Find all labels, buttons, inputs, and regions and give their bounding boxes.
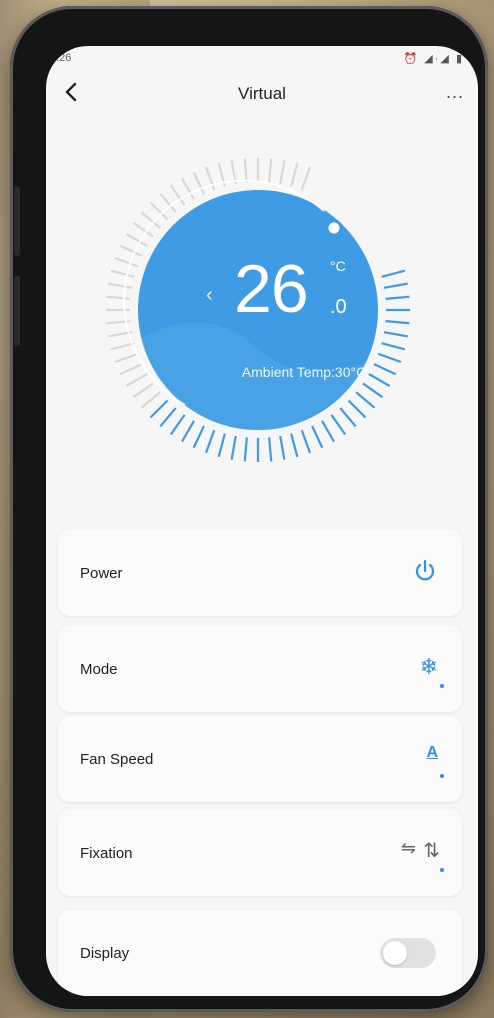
volume-button: [14, 186, 20, 256]
back-icon[interactable]: [60, 80, 84, 104]
display-control[interactable]: Display: [58, 910, 462, 996]
increase-temp-icon[interactable]: ›: [380, 280, 387, 303]
thermostat-dial[interactable]: ‹ 26 °C .0 › Ambient Temp:30°C: [98, 150, 418, 470]
fan-speed-control[interactable]: Fan Speed A: [58, 716, 462, 802]
horizontal-swing-icon[interactable]: ⇋: [401, 838, 416, 859]
power-icon[interactable]: [412, 558, 438, 584]
ambient-temperature: Ambient Temp:30°C: [241, 364, 367, 380]
nav-bar: Virtual ...: [46, 70, 478, 118]
snowflake-icon[interactable]: ❄: [420, 654, 438, 680]
more-options-icon[interactable]: ...: [446, 82, 464, 103]
dropdown-indicator: [440, 684, 444, 688]
decrease-temp-icon[interactable]: ‹: [206, 284, 213, 307]
temperature-display: ‹ 26 °C .0 › Ambient Temp:30°C: [98, 150, 418, 470]
power-control[interactable]: Power: [58, 530, 462, 616]
page-title: Virtual: [238, 84, 286, 103]
fixation-control[interactable]: Fixation ⇋ ⇅: [58, 810, 462, 896]
auto-fan-icon[interactable]: A: [426, 744, 438, 762]
volume-button-lower: [14, 276, 20, 346]
mode-control[interactable]: Mode ❄: [58, 626, 462, 712]
app-screen: 1:26 ⏰ ◢·◢ ▮ Virtual ... ‹ 26 °C .0 › Am…: [46, 46, 478, 996]
display-toggle[interactable]: [380, 938, 436, 968]
fixation-label: Fixation: [80, 844, 133, 862]
fan-speed-label: Fan Speed: [80, 750, 154, 768]
toggle-knob: [383, 941, 407, 965]
temperature-unit: °C: [330, 258, 346, 274]
dropdown-indicator: [440, 774, 444, 778]
mode-label: Mode: [80, 660, 118, 678]
display-label: Display: [80, 944, 130, 962]
vertical-swing-icon[interactable]: ⇅: [423, 838, 440, 863]
dropdown-indicator: [440, 868, 444, 872]
status-bar: 1:26 ⏰ ◢·◢ ▮: [46, 46, 478, 70]
status-icons: ⏰ ◢·◢ ▮: [403, 52, 464, 65]
power-label: Power: [80, 564, 123, 582]
set-temperature: 26: [234, 251, 309, 327]
temperature-decimal: .0: [330, 296, 347, 318]
